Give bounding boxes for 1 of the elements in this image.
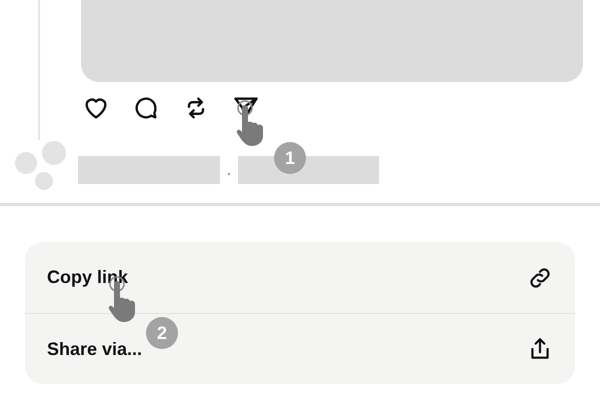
step-number-badge: 1 (274, 142, 306, 174)
